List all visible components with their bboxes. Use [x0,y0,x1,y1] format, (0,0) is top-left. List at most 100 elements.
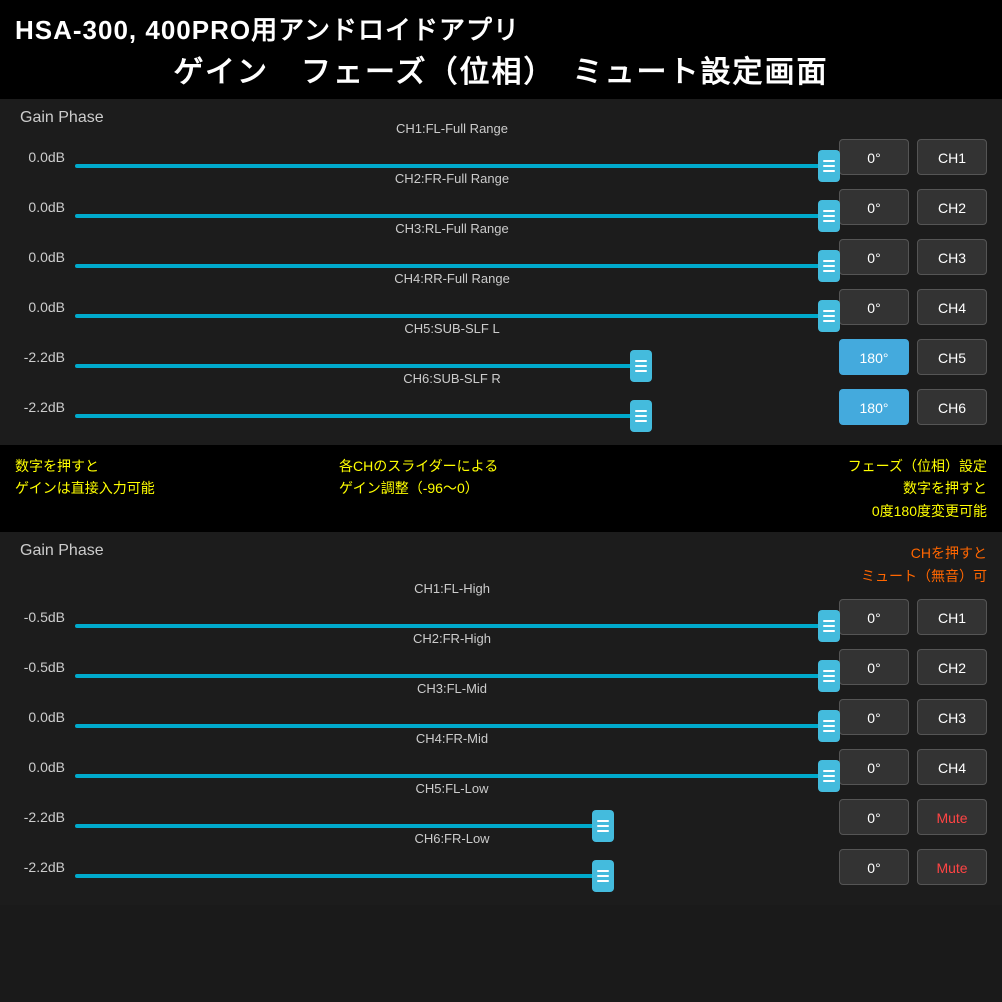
info-col1: 数字を押すと ゲインは直接入力可能 [15,455,339,522]
slider-track-ch4b [75,774,829,778]
info-col3: フェーズ（位相）設定 数字を押すと 0度180度変更可能 [663,455,987,522]
channel-row-ch4b: 0.0dBCH4:FR-Mid0°CH4 [15,745,987,789]
slider-track-ch6b [75,874,610,878]
slider-track-ch3 [75,264,829,268]
phase-btn-ch1b[interactable]: 0° [839,599,909,635]
info-col3-line3: 0度180度変更可能 [663,500,987,522]
gain-label-ch4[interactable]: 0.0dB [15,299,75,315]
channel-row-ch6: -2.2dBCH6:SUB-SLF R 180°CH6 [15,385,987,429]
gain-label-ch5[interactable]: -2.2dB [15,349,75,365]
header-line2: ゲイン フェーズ（位相） ミュート設定画面 [15,47,987,91]
slider-label-ch2: CH2:FR-Full Range [395,171,509,186]
info-col3-line1: フェーズ（位相）設定 [663,455,987,477]
gain-label-ch6b[interactable]: -2.2dB [15,859,75,875]
slider-container-ch3: CH3:RL-Full Range [75,239,829,275]
info-col1-line2: ゲインは直接入力可能 [15,477,339,499]
ch-btn-ch3b[interactable]: CH3 [917,699,987,735]
slider-container-ch5b: CH5:FL-Low [75,799,829,835]
info-col3-line2: 数字を押すと [663,477,987,499]
slider-container-ch2b: CH2:FR-High [75,649,829,685]
slider-handle-ch3[interactable] [818,250,840,282]
slider-handle-ch5[interactable] [630,350,652,382]
phase-btn-ch3b[interactable]: 0° [839,699,909,735]
slider-handle-ch2b[interactable] [818,660,840,692]
channel-row-ch3b: 0.0dBCH3:FL-Mid0°CH3 [15,695,987,739]
ch-btn-ch4b[interactable]: CH4 [917,749,987,785]
slider-handle-ch5b[interactable] [592,810,614,842]
section2-header: Gain Phase CHを押すと ミュート（無音）可 [15,542,987,587]
ch-btn-ch6b[interactable]: Mute [917,849,987,885]
gain-label-ch6[interactable]: -2.2dB [15,399,75,415]
ch-btn-ch5[interactable]: CH5 [917,339,987,375]
slider-track-wrapper-ch6b[interactable] [75,858,829,894]
phase-btn-ch2b[interactable]: 0° [839,649,909,685]
gain-label-ch4b[interactable]: 0.0dB [15,759,75,775]
phase-btn-ch6[interactable]: 180° [839,389,909,425]
slider-label-ch4: CH4:RR-Full Range [394,271,510,286]
slider-label-ch6: CH6:SUB-SLF R [403,371,501,386]
slider-track-ch1 [75,164,829,168]
ch-btn-ch5b[interactable]: Mute [917,799,987,835]
slider-handle-ch1[interactable] [818,150,840,182]
channel-row-ch5: -2.2dBCH5:SUB-SLF L 180°CH5 [15,335,987,379]
phase-btn-ch3[interactable]: 0° [839,239,909,275]
slider-handle-ch1b[interactable] [818,610,840,642]
section2: Gain Phase CHを押すと ミュート（無音）可 -0.5dBCH1:FL… [0,532,1002,905]
phase-btn-ch4b[interactable]: 0° [839,749,909,785]
ch-btn-ch6[interactable]: CH6 [917,389,987,425]
mute-note-line1: CHを押すと [861,542,987,564]
slider-container-ch1: CH1:FL-Full Range [75,139,829,175]
info-col2-line1: 各CHのスライダーによる [339,455,663,477]
slider-handle-ch4b[interactable] [818,760,840,792]
phase-btn-ch6b[interactable]: 0° [839,849,909,885]
gain-label-ch3[interactable]: 0.0dB [15,249,75,265]
section1: Gain Phase 0.0dBCH1:FL-Full Range0°CH10.… [0,99,1002,445]
slider-container-ch2: CH2:FR-Full Range [75,189,829,225]
slider-track-wrapper-ch6[interactable] [75,398,829,434]
slider-label-ch4b: CH4:FR-Mid [416,731,488,746]
slider-label-ch5: CH5:SUB-SLF L [404,321,499,336]
phase-btn-ch5b[interactable]: 0° [839,799,909,835]
slider-handle-ch4[interactable] [818,300,840,332]
slider-handle-ch6[interactable] [630,400,652,432]
ch-btn-ch3[interactable]: CH3 [917,239,987,275]
gain-label-ch1[interactable]: 0.0dB [15,149,75,165]
ch-btn-ch2b[interactable]: CH2 [917,649,987,685]
gain-label-ch5b[interactable]: -2.2dB [15,809,75,825]
slider-handle-ch2[interactable] [818,200,840,232]
phase-btn-ch4[interactable]: 0° [839,289,909,325]
channel-row-ch5b: -2.2dBCH5:FL-Low 0°Mute [15,795,987,839]
slider-track-ch5b [75,824,610,828]
channel-row-ch1b: -0.5dBCH1:FL-High 0°CH1 [15,595,987,639]
gain-label-ch3b[interactable]: 0.0dB [15,709,75,725]
ch-btn-ch1b[interactable]: CH1 [917,599,987,635]
slider-track-ch1b [75,624,829,628]
slider-track-ch2b [75,674,829,678]
slider-handle-ch3b[interactable] [818,710,840,742]
mute-note-line2: ミュート（無音）可 [861,565,987,587]
mute-note: CHを押すと ミュート（無音）可 [861,542,987,587]
ch-btn-ch1[interactable]: CH1 [917,139,987,175]
phase-btn-ch5[interactable]: 180° [839,339,909,375]
slider-container-ch6b: CH6:FR-Low [75,849,829,885]
channel-row-ch2b: -0.5dBCH2:FR-High 0°CH2 [15,645,987,689]
phase-btn-ch1[interactable]: 0° [839,139,909,175]
gain-label-ch2b[interactable]: -0.5dB [15,659,75,675]
gain-label-ch1b[interactable]: -0.5dB [15,609,75,625]
gain-label-ch2[interactable]: 0.0dB [15,199,75,215]
slider-track-ch4 [75,314,829,318]
slider-container-ch6: CH6:SUB-SLF R [75,389,829,425]
ch-btn-ch2[interactable]: CH2 [917,189,987,225]
slider-label-ch3b: CH3:FL-Mid [417,681,487,696]
slider-label-ch6b: CH6:FR-Low [414,831,489,846]
header: HSA-300, 400PRO用アンドロイドアプリ ゲイン フェーズ（位相） ミ… [0,0,1002,99]
section2-channels: -0.5dBCH1:FL-High0°CH1-0.5dBCH2:FR-High0… [15,595,987,889]
channel-row-ch4: 0.0dBCH4:RR-Full Range0°CH4 [15,285,987,329]
phase-btn-ch2[interactable]: 0° [839,189,909,225]
channel-row-ch6b: -2.2dBCH6:FR-Low 0°Mute [15,845,987,889]
section2-title: Gain Phase [15,542,104,560]
slider-container-ch1b: CH1:FL-High [75,599,829,635]
slider-container-ch5: CH5:SUB-SLF L [75,339,829,375]
slider-handle-ch6b[interactable] [592,860,614,892]
ch-btn-ch4[interactable]: CH4 [917,289,987,325]
